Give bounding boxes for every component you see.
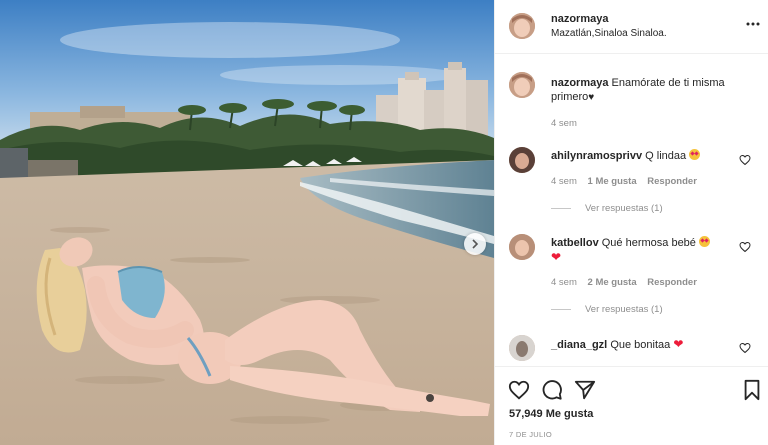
divider-dash: [551, 308, 571, 310]
bookmark-icon[interactable]: [741, 379, 763, 401]
red-heart-emoji: ❤: [551, 250, 562, 264]
comment-username[interactable]: katbellov: [551, 237, 599, 249]
next-photo-button[interactable]: [464, 233, 486, 255]
view-replies-button[interactable]: Ver respuestas (1): [551, 304, 663, 315]
post-actions-bar: 57,949 Me gusta 7 DE JULIO: [495, 366, 768, 445]
post-photo[interactable]: [0, 0, 494, 445]
red-heart-emoji: ❤: [673, 337, 684, 351]
comment-avatar[interactable]: [509, 147, 535, 173]
post-date[interactable]: 7 DE JULIO: [509, 430, 552, 439]
avatar[interactable]: [509, 13, 535, 39]
caption-time[interactable]: 4 sem: [551, 118, 577, 129]
comment-text: Q lindaa: [645, 150, 687, 162]
black-heart-emoji: ♥: [588, 92, 595, 103]
comment-text: Que bonitaa: [610, 339, 671, 351]
star-struck-emoji: [689, 149, 701, 160]
comment-time[interactable]: 4 sem: [551, 277, 577, 288]
divider-dash: [551, 207, 571, 209]
comment-text: Qué hermosa bebé: [601, 237, 696, 249]
avatar-image: [509, 13, 535, 39]
comment-likes[interactable]: 2 Me gusta: [588, 277, 637, 288]
beach-photo-illustration: [0, 0, 494, 445]
comment: _diana_gzl Que bonitaa ❤: [551, 337, 731, 352]
comment-username[interactable]: ahilynramosprivv: [551, 150, 642, 162]
star-struck-emoji: [698, 236, 710, 247]
comment-likes[interactable]: 1 Me gusta: [588, 176, 637, 187]
likes-count[interactable]: 57,949 Me gusta: [509, 408, 593, 420]
caption-avatar[interactable]: [509, 72, 535, 98]
caption: nazormaya Enamórate de ti misma primero♥: [551, 76, 751, 105]
comment-icon[interactable]: [541, 379, 563, 401]
view-replies-label: Ver respuestas (1): [585, 304, 663, 315]
more-options-button[interactable]: [745, 16, 761, 32]
avatar-image: [509, 147, 535, 173]
avatar-image: [509, 335, 535, 361]
post-header: nazormaya Mazatlán,Sinaloa Sinaloa.: [495, 0, 768, 54]
caption-username[interactable]: nazormaya: [551, 77, 608, 89]
comment-time[interactable]: 4 sem: [551, 176, 577, 187]
comment-meta: 4 sem 2 Me gusta Responder: [551, 277, 697, 288]
post-location[interactable]: Mazatlán,Sinaloa Sinaloa.: [551, 28, 667, 39]
chevron-right-icon: [472, 239, 479, 249]
comment-avatar[interactable]: [509, 335, 535, 361]
comment: katbellov Qué hermosa bebé ❤: [551, 236, 731, 265]
avatar-image: [509, 234, 535, 260]
comment-like-heart-icon[interactable]: [739, 342, 751, 354]
comment-like-heart-icon[interactable]: [739, 241, 751, 253]
more-options-icon: [746, 22, 760, 26]
comment-meta: 4 sem 1 Me gusta Responder: [551, 176, 697, 187]
comment: ahilynramosprivv Q lindaa: [551, 149, 731, 163]
view-replies-label: Ver respuestas (1): [585, 203, 663, 214]
heart-icon[interactable]: [508, 379, 530, 401]
share-icon[interactable]: [574, 379, 596, 401]
comment-username[interactable]: _diana_gzl: [551, 339, 607, 351]
view-replies-button[interactable]: Ver respuestas (1): [551, 203, 663, 214]
post-author-username[interactable]: nazormaya: [551, 13, 608, 25]
reply-button[interactable]: Responder: [647, 176, 697, 187]
instagram-post: nazormaya Mazatlán,Sinaloa Sinaloa. nazo…: [0, 0, 768, 445]
avatar-image: [509, 72, 535, 98]
reply-button[interactable]: Responder: [647, 277, 697, 288]
post-details-panel: nazormaya Mazatlán,Sinaloa Sinaloa. nazo…: [494, 0, 768, 445]
comment-avatar[interactable]: [509, 234, 535, 260]
comment-like-heart-icon[interactable]: [739, 154, 751, 166]
